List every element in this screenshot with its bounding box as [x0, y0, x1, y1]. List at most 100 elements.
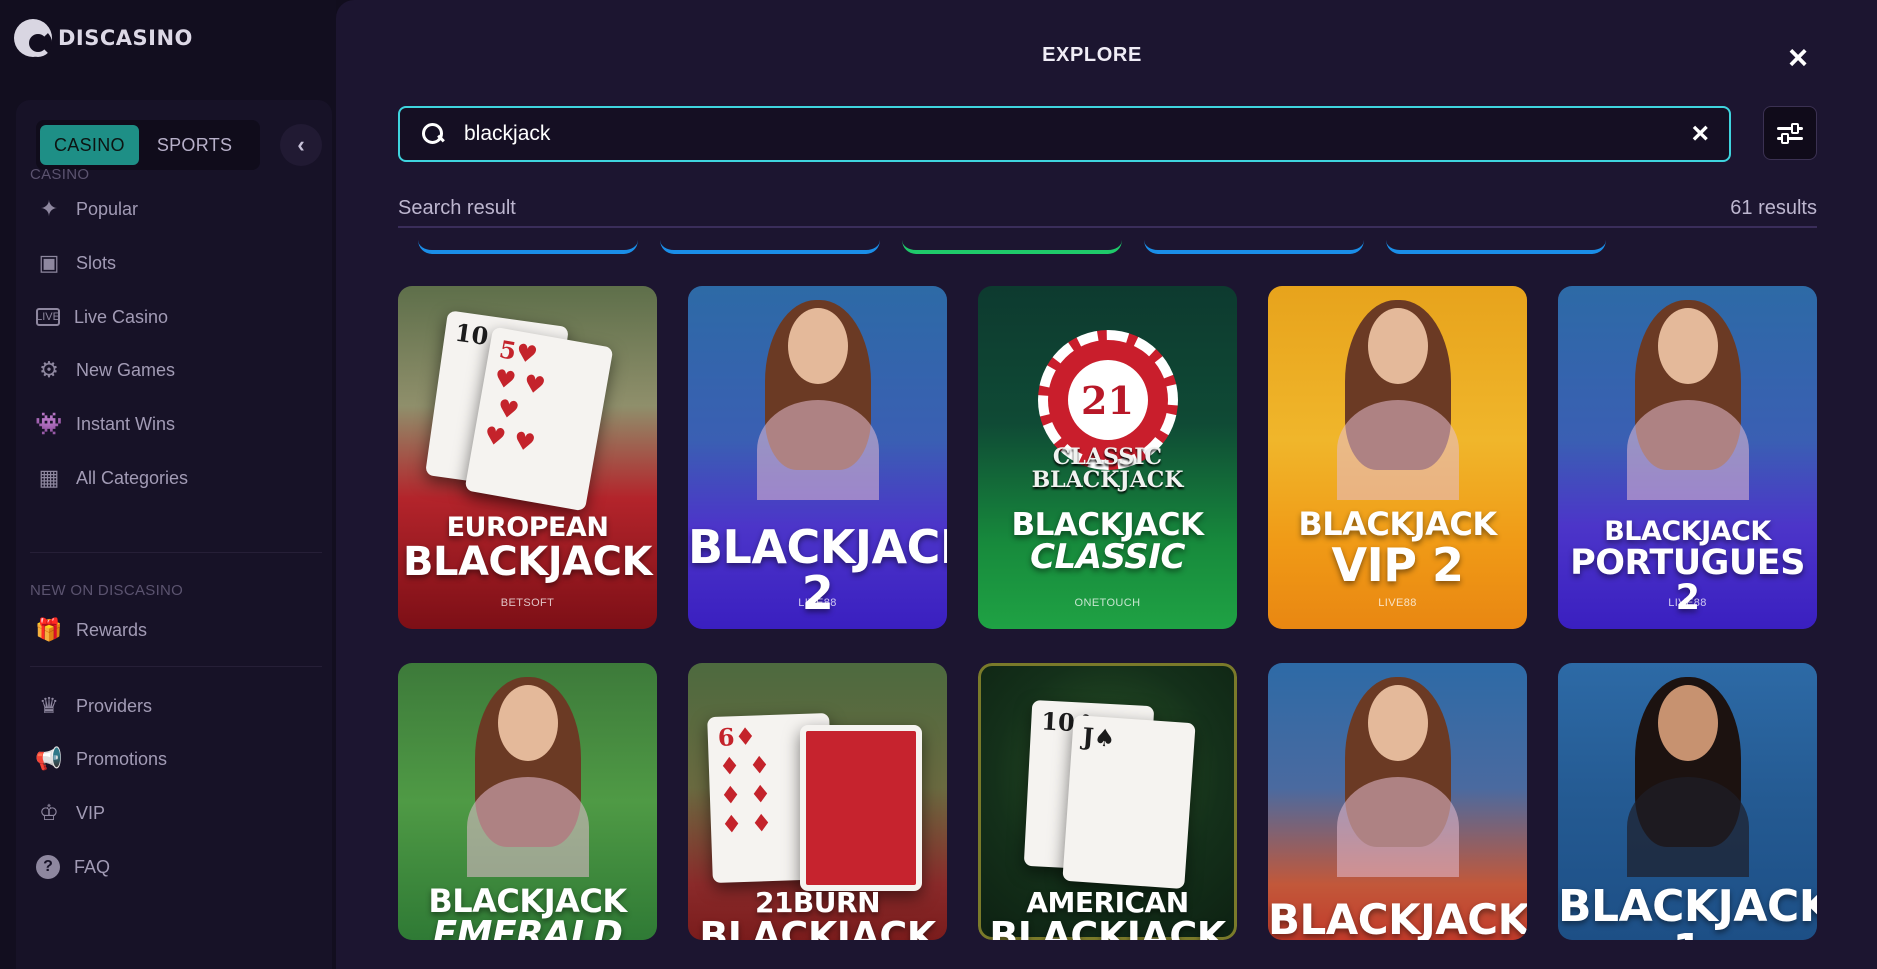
mode-tabs: CASINO SPORTS [36, 120, 260, 170]
sidebar-item-label: Slots [76, 252, 117, 273]
tab-casino[interactable]: CASINO [40, 125, 139, 165]
divider [30, 552, 322, 553]
sidebar-item-label: Live Casino [74, 306, 169, 327]
game-card[interactable]: 10♠ 5♥ ♥ ♥ ♥ ♥ ♥ EUROPEAN BLACKJACK BETSOF… [398, 286, 657, 629]
game-subtitle: BLACKJACK [1604, 516, 1771, 547]
game-card-peek[interactable] [902, 240, 1122, 254]
trophy-icon: ♛ [39, 693, 59, 718]
game-title: BLACKJACK [403, 539, 652, 585]
sparkle-icon: ✦ [39, 196, 59, 221]
logo-mark-icon [14, 19, 52, 57]
sidebar-item-label: Instant Wins [76, 413, 176, 434]
search-box: × [398, 106, 1731, 162]
dealer-image [1323, 300, 1473, 500]
game-subtitle: BLACKJACK [428, 882, 627, 920]
playing-card-jack: J♠ [1062, 714, 1196, 890]
game-logo-text: CLASSIC BLACKJACK [1031, 444, 1184, 494]
playing-card-back [800, 725, 922, 891]
game-card-peek[interactable] [1144, 240, 1364, 254]
sidebar-item-promotions[interactable]: 📢 Promotions [35, 741, 168, 777]
live-icon: LIVE [36, 308, 60, 326]
game-title: BLACKJACK B [1268, 895, 1527, 941]
new-games-icon: ⚙ [39, 357, 59, 382]
game-card[interactable]: BLACKJACK PORTUGUES 2 LIVE88 [1558, 286, 1817, 629]
game-card[interactable]: BLACKJACK VIP 2 LIVE88 [1268, 286, 1527, 629]
chip-label: 21 [1067, 360, 1148, 440]
section-label-new: NEW ON DISCASINO [30, 582, 184, 599]
game-title: EMERALD [432, 914, 623, 941]
brand-name: DISCASINO [58, 26, 193, 50]
logo[interactable]: DISCASINO [14, 18, 193, 58]
question-icon: ? [36, 855, 60, 879]
dealer-image [1323, 677, 1473, 877]
game-subtitle: 21BURN [754, 886, 881, 919]
search-input[interactable] [464, 122, 1692, 146]
game-title: VIP 2 [1331, 538, 1464, 592]
filter-slider-icon [1777, 132, 1803, 144]
sidebar-item-label: Popular [76, 198, 139, 219]
invader-icon: 👾 [35, 411, 63, 436]
sidebar-item-live-casino[interactable]: LIVE Live Casino [36, 299, 168, 335]
game-subtitle: BLACKJACK [1298, 505, 1497, 543]
game-provider: LIVE88 [1668, 597, 1707, 609]
game-provider: BETSOFT [500, 597, 555, 609]
sidebar-item-slots[interactable]: ▣ Slots [36, 245, 116, 281]
dealer-image [743, 300, 893, 500]
sidebar-item-label: FAQ [74, 856, 111, 877]
sidebar-item-popular[interactable]: ✦ Popular [36, 191, 138, 227]
sidebar: DISCASINO CASINO SPORTS ‹ CASINO ✦ Popul… [0, 0, 336, 969]
sidebar-item-label: VIP [76, 802, 106, 823]
game-title: BLACKJACK [699, 914, 936, 940]
result-label: Search result [398, 196, 516, 219]
game-title: CLASSIC [1030, 537, 1185, 577]
sidebar-item-label: Promotions [76, 748, 168, 769]
explore-modal: EXPLORE × × Search result 61 results 10♠… [336, 0, 1877, 969]
tab-sports[interactable]: SPORTS [143, 125, 247, 165]
game-provider: LIVE88 [798, 597, 837, 609]
sidebar-item-instant-wins[interactable]: 👾 Instant Wins [35, 406, 176, 442]
modal-title: EXPLORE [1042, 44, 1142, 66]
game-card[interactable]: 10♣ J♠ AMERICAN BLACKJACK [978, 663, 1237, 940]
sidebar-item-new-games[interactable]: ⚙ New Games [36, 352, 175, 388]
game-card-peek[interactable] [660, 240, 880, 254]
sidebar-item-providers[interactable]: ♛ Providers [36, 688, 152, 724]
game-card-peek[interactable] [418, 240, 638, 254]
game-grid: 10♠ 5♥ ♥ ♥ ♥ ♥ ♥ EUROPEAN BLACKJACK BETSOF… [398, 240, 1824, 940]
side-panel: CASINO SPORTS ‹ CASINO ✦ Popular ▣ Slots… [16, 100, 332, 969]
game-card[interactable]: BLACKJACK EMERALD [398, 663, 657, 940]
sidebar-item-label: New Games [76, 359, 176, 380]
clear-search-button[interactable]: × [1691, 119, 1709, 149]
collapse-sidebar-button[interactable]: ‹ [280, 124, 322, 166]
gift-icon: 🎁 [35, 617, 63, 642]
game-card[interactable]: BLACKJACK B [1268, 663, 1527, 940]
game-card[interactable]: BLACKJACK 1 [1558, 663, 1817, 940]
sidebar-item-faq[interactable]: ? FAQ [36, 849, 110, 885]
result-count: 61 results [1730, 196, 1817, 219]
dealer-image [1613, 677, 1763, 877]
game-title: BLACKJACK 1 [1558, 881, 1817, 941]
sidebar-item-rewards[interactable]: 🎁 Rewards [35, 612, 148, 648]
sidebar-item-vip[interactable]: ♔ VIP [36, 795, 105, 831]
game-card-peek[interactable] [1386, 240, 1606, 254]
search-result-header: Search result 61 results [398, 190, 1817, 228]
chevron-left-icon: ‹ [297, 132, 305, 157]
sidebar-item-label: Rewards [76, 619, 148, 640]
crown-icon: ♔ [39, 800, 59, 825]
dealer-image [1613, 300, 1763, 500]
sidebar-item-label: Providers [76, 695, 153, 716]
section-label-casino: CASINO [30, 166, 90, 183]
close-modal-button[interactable]: × [1782, 39, 1814, 77]
game-card[interactable]: 21 CLASSIC BLACKJACK BLACKJACK CLASSIC O… [978, 286, 1237, 629]
game-subtitle: EUROPEAN [446, 512, 609, 543]
game-card[interactable]: BLACKJACK 2 LIVE88 [688, 286, 947, 629]
filter-button[interactable] [1763, 106, 1817, 160]
dealer-image [453, 677, 603, 877]
close-icon: × [1788, 39, 1808, 77]
game-subtitle: AMERICAN [1026, 886, 1189, 919]
game-card[interactable]: 6♦ ♦ ♦ ♦ ♦ ♦ ♦ 21BURN BLACKJACK [688, 663, 947, 940]
sidebar-item-all-categories[interactable]: ▦ All Categories [36, 460, 188, 496]
grid-icon: ▦ [38, 465, 60, 490]
search-icon [420, 121, 446, 147]
slot-machine-icon: ▣ [38, 250, 60, 275]
game-provider: LIVE88 [1378, 597, 1417, 609]
